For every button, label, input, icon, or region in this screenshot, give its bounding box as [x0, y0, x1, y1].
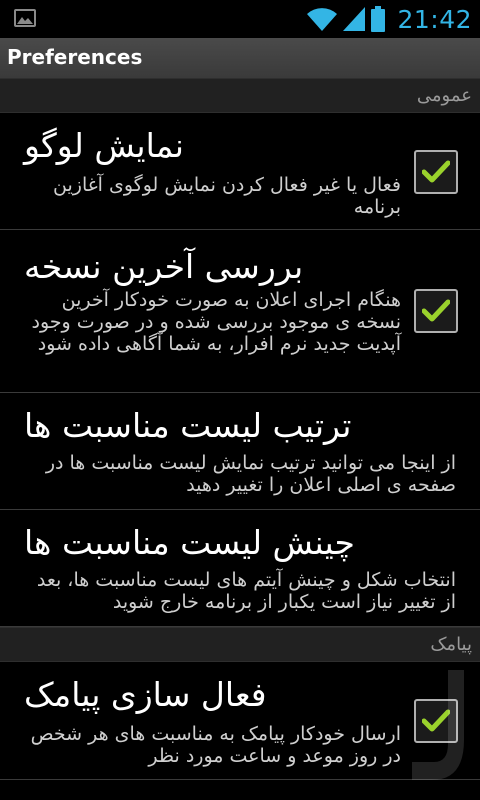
pref-summary: از اینجا می توانید ترتیب نمایش لیست مناس…: [45, 452, 456, 496]
check-icon: [422, 299, 450, 322]
pref-summary: فعال یا غیر فعال کردن نمایش لوگوی آغازین…: [53, 174, 401, 218]
wifi-icon: [307, 8, 338, 31]
app-bar: Preferences: [0, 38, 480, 79]
section-header-label: عمومی: [416, 85, 472, 106]
battery-icon: [371, 6, 386, 32]
pref-title: بررسی آخرین نسخه: [24, 247, 304, 286]
gallery-icon: [14, 9, 36, 27]
page-title: Preferences: [7, 45, 143, 69]
check-icon: [422, 160, 450, 183]
clock: 21:42: [397, 4, 472, 34]
show-logo-checkbox[interactable]: [414, 150, 458, 194]
section-header-sms: پیامک: [0, 627, 480, 662]
pref-summary: ارسال خودکار پیامک به مناسبت های هر شخص …: [30, 723, 401, 767]
pref-enable-sms[interactable]: فعال سازی پیامک ارسال خودکار پیامک به من…: [0, 662, 480, 780]
section-header-general: عمومی: [0, 78, 480, 113]
pref-check-latest-version[interactable]: بررسی آخرین نسخه هنگام اجرای اعلان به صو…: [0, 230, 480, 393]
pref-title: فعال سازی پیامک: [24, 675, 267, 714]
signal-icon: [343, 7, 366, 31]
pref-occasions-layout[interactable]: چینش لیست مناسبت ها انتخاب شکل و چینش آی…: [0, 510, 480, 627]
status-bar: 21:42: [0, 0, 480, 38]
pref-title: ترتیب لیست مناسبت ها: [24, 406, 352, 445]
pref-summary: هنگام اجرای اعلان به صورت خودکار آخرین ن…: [31, 289, 401, 355]
pref-summary: انتخاب شکل و چینش آیتم های لیست مناسبت ه…: [36, 569, 456, 613]
pref-show-logo[interactable]: نمایش لوگو فعال یا غیر فعال کردن نمایش ل…: [0, 113, 480, 230]
section-header-label: پیامک: [430, 634, 472, 655]
watermark-icon: [412, 670, 464, 780]
pref-title: نمایش لوگو: [24, 126, 184, 165]
check-version-checkbox[interactable]: [414, 289, 458, 333]
pref-occasions-order[interactable]: ترتیب لیست مناسبت ها از اینجا می توانید …: [0, 393, 480, 510]
pref-title: چینش لیست مناسبت ها: [24, 523, 355, 562]
